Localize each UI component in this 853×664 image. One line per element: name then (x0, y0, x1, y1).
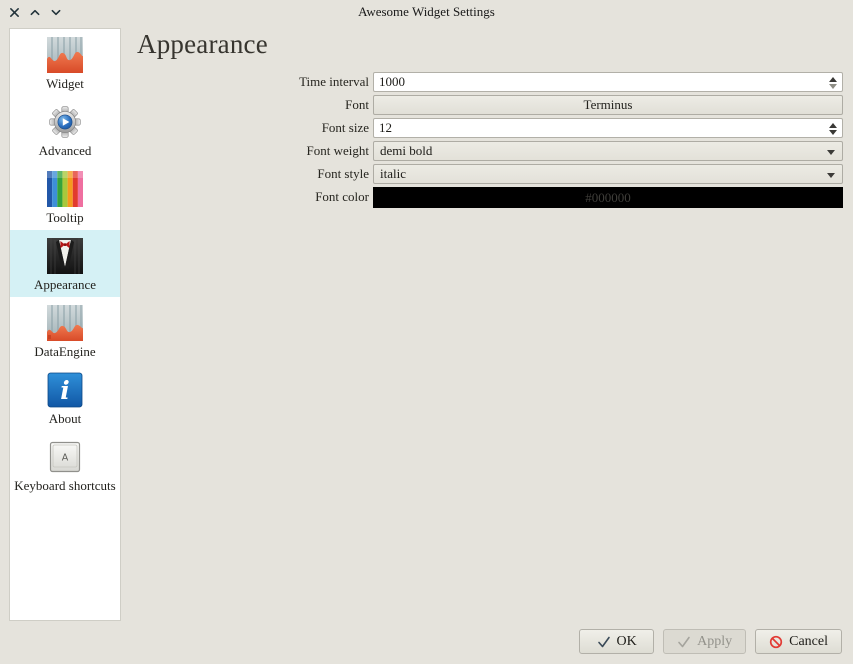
titlebar: Awesome Widget Settings (0, 0, 853, 24)
awesome-widget-settings-window: { "window": { "title": "Awesome Widget S… (0, 0, 853, 664)
sidebar-item-dataengine[interactable]: DataEngine (10, 297, 120, 364)
time-interval-label: Time interval (130, 72, 370, 92)
ok-button[interactable]: OK (579, 629, 654, 654)
font-style-label: Font style (130, 164, 370, 184)
cancel-button-label: Cancel (789, 634, 828, 650)
sidebar-item-keyboard-shortcuts[interactable]: A Keyboard shortcuts (10, 431, 120, 498)
font-weight-value: demi bold (380, 143, 432, 159)
gear-icon (47, 104, 83, 140)
chevron-down-icon (827, 173, 835, 178)
dialog-button-box: OK Apply Cancel (579, 629, 842, 654)
font-select-button[interactable]: Terminus (373, 95, 843, 115)
font-size-value: 12 (379, 120, 392, 136)
color-stripes-icon (47, 171, 83, 207)
prohibition-icon (769, 635, 783, 649)
chevron-down-icon (827, 150, 835, 155)
apply-button-label: Apply (697, 634, 732, 650)
font-weight-label: Font weight (130, 141, 370, 161)
font-style-value: italic (380, 166, 406, 182)
sidebar-item-label: Advanced (39, 143, 92, 158)
ok-button-label: OK (617, 634, 637, 650)
font-size-label: Font size (130, 118, 370, 138)
page-title: Appearance (137, 29, 843, 60)
font-style-combobox[interactable]: italic (373, 164, 843, 184)
spin-down-button[interactable] (829, 130, 837, 135)
sidebar-item-advanced[interactable]: Advanced (10, 96, 120, 163)
info-icon: i (47, 372, 83, 408)
spinner-buttons (829, 73, 837, 93)
font-label: Font (130, 95, 370, 115)
settings-page-appearance: Appearance Time interval 1000 Font Termi… (130, 28, 843, 208)
tuxedo-icon (47, 238, 83, 274)
spinner-buttons (829, 119, 837, 139)
time-interval-spinbox[interactable]: 1000 (373, 72, 843, 92)
sidebar-item-label: About (49, 411, 82, 426)
cancel-button[interactable]: Cancel (755, 629, 842, 654)
sidebar-item-label: Keyboard shortcuts (14, 478, 115, 493)
svg-text:i: i (60, 376, 70, 405)
check-icon (597, 635, 611, 649)
appearance-form: Time interval 1000 Font Terminus Font si… (130, 72, 843, 208)
spin-up-button[interactable] (829, 123, 837, 128)
svg-text:A: A (62, 453, 69, 464)
font-color-button[interactable]: #000000 (373, 187, 843, 208)
sidebar-item-label: Widget (46, 76, 84, 91)
apply-button[interactable]: Apply (663, 629, 746, 654)
font-color-label: Font color (130, 187, 370, 207)
spin-down-button[interactable] (829, 84, 837, 89)
check-icon (677, 635, 691, 649)
sidebar-item-label: DataEngine (34, 344, 95, 359)
sidebar-item-widget[interactable]: Widget (10, 29, 120, 96)
sidebar-item-appearance[interactable]: Appearance (10, 230, 120, 297)
sidebar-item-label: Tooltip (46, 210, 83, 225)
sidebar-item-about[interactable]: i About (10, 364, 120, 431)
widget-chart-icon (47, 37, 83, 73)
window-title: Awesome Widget Settings (0, 0, 853, 24)
sidebar-item-label: Appearance (34, 277, 96, 292)
time-interval-value: 1000 (379, 74, 405, 90)
font-size-spinbox[interactable]: 12 (373, 118, 843, 138)
keyboard-key-icon: A (47, 439, 83, 475)
dataengine-chart-icon (47, 305, 83, 341)
category-sidebar: Widget (9, 28, 121, 621)
font-weight-combobox[interactable]: demi bold (373, 141, 843, 161)
sidebar-item-tooltip[interactable]: Tooltip (10, 163, 120, 230)
spin-up-button[interactable] (829, 77, 837, 82)
